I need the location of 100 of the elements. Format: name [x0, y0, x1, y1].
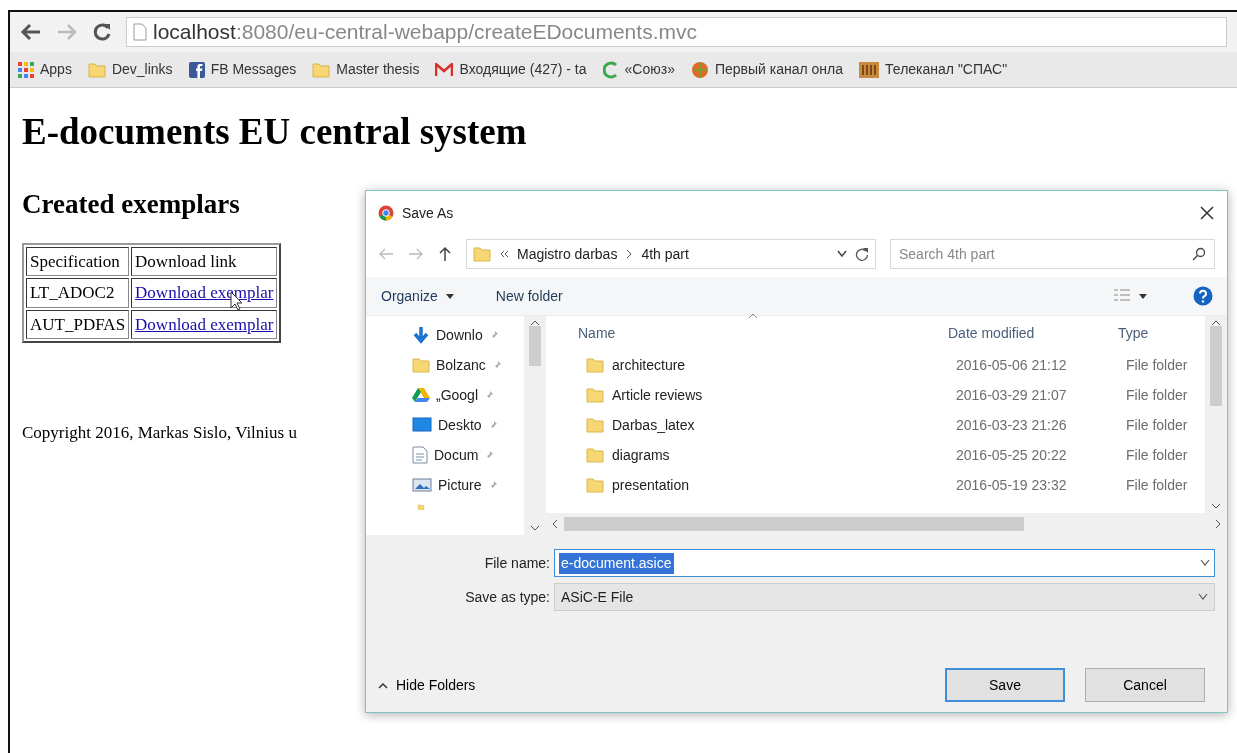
- folder-icon: [412, 357, 430, 373]
- folder-icon: [87, 61, 106, 78]
- nav-item[interactable]: Docum: [412, 444, 524, 466]
- type-cell-text: File folder: [1126, 445, 1189, 465]
- help-icon[interactable]: [1193, 286, 1213, 306]
- document-icon: [412, 446, 428, 464]
- bookmark-label[interactable]: Dev_links: [111, 59, 173, 80]
- save-button[interactable]: Save: [945, 668, 1065, 702]
- channel-icon: [859, 61, 880, 78]
- folder-icon: [473, 246, 491, 262]
- scroll-left-icon[interactable]: [552, 519, 558, 529]
- bookmark-label[interactable]: Master thesis: [336, 59, 420, 80]
- scroll-right-icon[interactable]: [1215, 519, 1221, 529]
- type-cell-text: File folder: [1126, 355, 1189, 375]
- copyright-text: Copyright 2016, Markas Sislo, Vilnius u: [22, 422, 297, 445]
- file-name[interactable]: Article reviews: [612, 384, 703, 406]
- search-field[interactable]: Search 4th part: [890, 239, 1215, 269]
- type-cell-text: File folder: [1126, 475, 1189, 495]
- date-cell-text: 2016-05-19 23:32: [956, 475, 1068, 495]
- file-name[interactable]: presentation: [612, 474, 690, 496]
- file-type-dropdown[interactable]: ASiC-E File: [554, 583, 1215, 611]
- column-header[interactable]: Name: [578, 322, 948, 344]
- facebook-icon: [188, 61, 205, 78]
- hide-folders-button[interactable]: Hide Folders: [378, 674, 476, 696]
- refresh-icon[interactable]: [855, 247, 869, 261]
- field-label: Save as type:: [464, 587, 550, 607]
- back-icon[interactable]: [20, 22, 42, 42]
- up-icon[interactable]: [438, 246, 452, 262]
- dropdown-caret-icon[interactable]: [837, 250, 847, 258]
- dropdown-caret-icon: [1198, 593, 1208, 601]
- bookmark-label[interactable]: FB Messages: [210, 59, 297, 80]
- date-cell-text: 2016-05-25 20:22: [956, 445, 1068, 465]
- mail-icon: [435, 62, 454, 77]
- page-heading: E-documents EU central system: [22, 110, 527, 154]
- table-cell: AUT_PDFAS: [26, 309, 130, 340]
- nav-item[interactable]: Bolzanc: [412, 354, 524, 376]
- field-label: File name:: [483, 553, 550, 573]
- new-folder-button[interactable]: New folder: [494, 284, 564, 308]
- table-cell: LT_ADOC2: [26, 278, 130, 308]
- folder-icon: [586, 447, 604, 463]
- pictures-icon: [412, 477, 432, 493]
- address-field[interactable]: Magistro darbas 4th part: [466, 239, 876, 269]
- breadcrumb-item[interactable]: Magistro darbas: [517, 243, 618, 265]
- bookmark-label[interactable]: Входящие (427) - ta: [459, 59, 587, 80]
- date-cell-text: 2016-05-06 21:12: [956, 355, 1068, 375]
- desktop-icon: [412, 417, 432, 433]
- crescent-icon: [602, 60, 619, 79]
- dropdown-caret-icon[interactable]: [1200, 559, 1210, 567]
- scrollbar-thumb[interactable]: [564, 517, 1024, 531]
- file-name[interactable]: architecture: [612, 354, 686, 376]
- organize-button[interactable]: Organize: [380, 284, 455, 308]
- date-cell-text: 2016-03-23 21:26: [956, 415, 1068, 435]
- download-icon: [412, 326, 430, 344]
- folder-icon: [586, 477, 604, 493]
- drive-icon: [412, 387, 430, 403]
- scroll-down-icon[interactable]: [1211, 503, 1221, 509]
- dropdown-value: ASiC-E File: [561, 587, 634, 607]
- page-icon: [133, 23, 147, 41]
- folder-icon: [586, 417, 604, 433]
- column-header: Download link: [131, 246, 278, 277]
- file-name[interactable]: diagrams: [612, 444, 670, 466]
- bookmark-label[interactable]: Первый канал онла: [714, 59, 844, 80]
- bookmark-label[interactable]: Apps: [40, 59, 72, 80]
- scrollbar-thumb[interactable]: [1210, 326, 1222, 406]
- nav-item[interactable]: Picture: [412, 474, 524, 496]
- globe-icon: [690, 60, 709, 79]
- column-header[interactable]: Type: [1118, 322, 1205, 344]
- type-cell-text: File folder: [1126, 385, 1189, 405]
- nav-item[interactable]: Downlo: [412, 324, 524, 346]
- type-cell-text: File folder: [1126, 415, 1189, 435]
- column-header[interactable]: Date modified: [948, 322, 1118, 344]
- nav-item[interactable]: „Googl: [412, 384, 524, 406]
- bookmark-label[interactable]: «Союз»: [624, 59, 675, 80]
- search-placeholder: Search 4th part: [899, 244, 995, 264]
- scroll-up-icon[interactable]: [530, 320, 540, 326]
- nav-item[interactable]: Deskto: [412, 414, 524, 436]
- breadcrumb-item[interactable]: 4th part: [641, 243, 689, 265]
- bookmark-label[interactable]: Телеканал "СПАС": [885, 59, 1008, 80]
- file-name[interactable]: Darbas_latex: [612, 414, 695, 436]
- folder-icon: [586, 387, 604, 403]
- caret-icon: [445, 293, 454, 299]
- close-icon[interactable]: [1199, 205, 1215, 221]
- scrollbar-thumb[interactable]: [529, 326, 541, 366]
- file-name-field[interactable]: e-document.asice: [554, 549, 1215, 577]
- file-name-value: e-document.asice: [559, 552, 674, 574]
- cancel-button[interactable]: Cancel: [1085, 668, 1205, 702]
- apps-icon: [18, 61, 34, 78]
- section-heading: Created exemplars: [22, 188, 240, 221]
- sort-caret-icon: [748, 312, 758, 319]
- search-icon: [1192, 247, 1206, 261]
- date-cell-text: 2016-03-29 21:07: [956, 385, 1068, 405]
- column-header: Specification: [26, 246, 130, 277]
- scroll-up-icon[interactable]: [1211, 320, 1221, 326]
- chevron-icon: [625, 249, 634, 259]
- address-bar[interactable]: localhost:8080/eu-central-webapp/createEDocuments.mvc: [126, 17, 1227, 47]
- scroll-down-icon[interactable]: [530, 525, 540, 531]
- double-chevron-icon: [499, 249, 509, 259]
- browser-logo-icon: [378, 205, 394, 221]
- reload-icon[interactable]: [92, 22, 112, 42]
- folder-icon: [586, 357, 604, 373]
